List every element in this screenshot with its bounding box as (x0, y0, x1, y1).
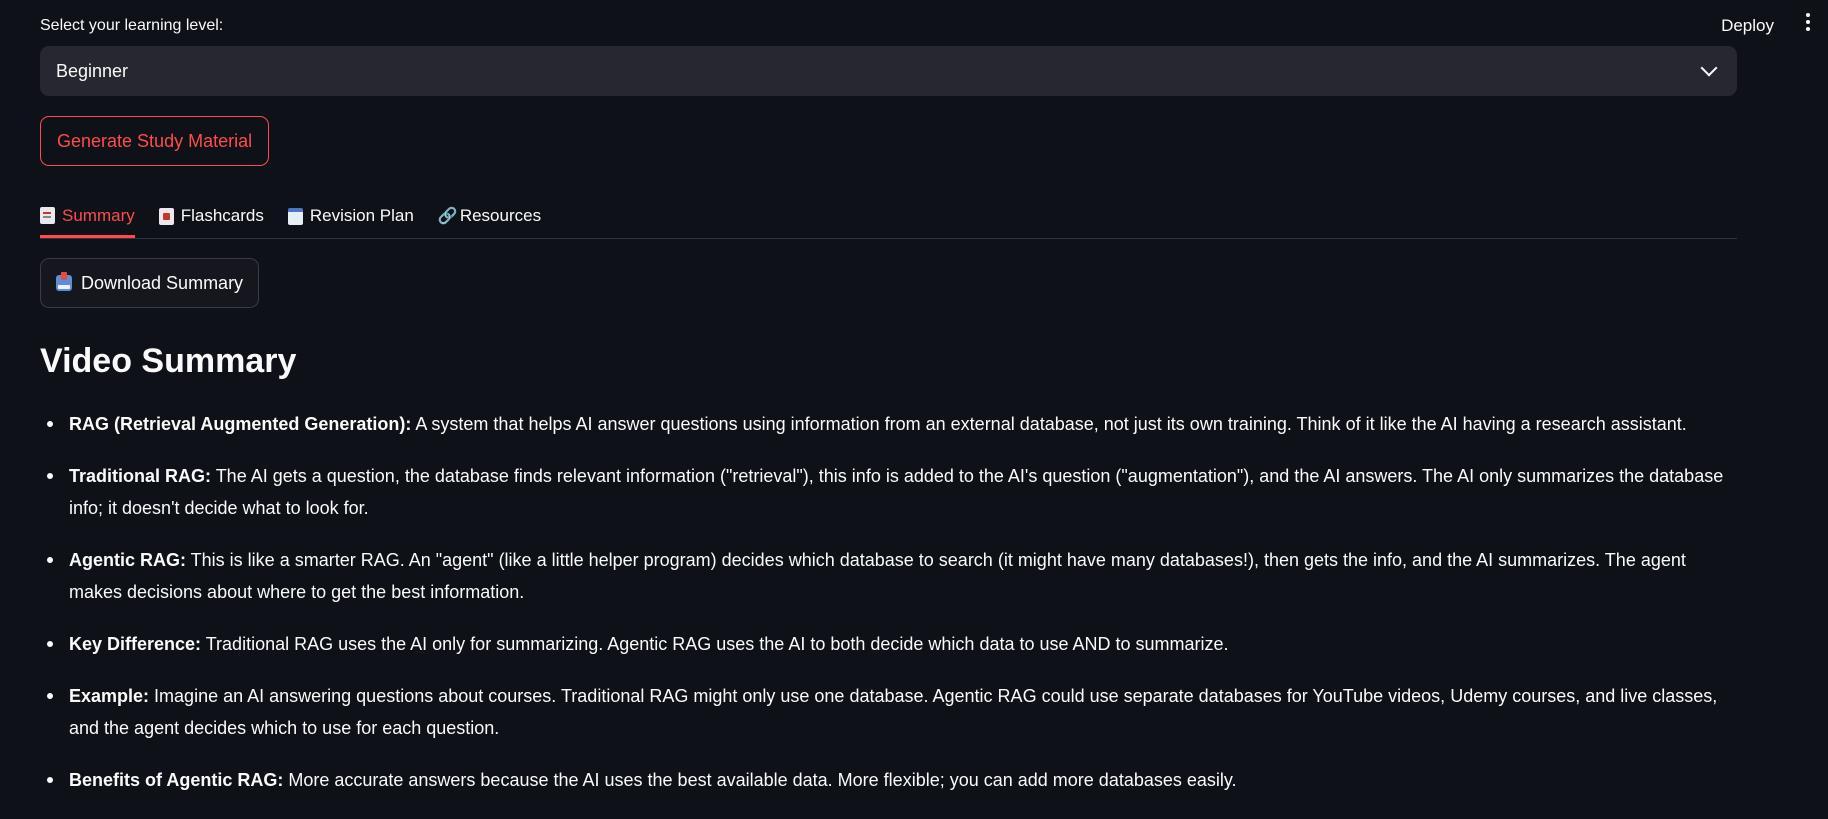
tab-flashcards[interactable]: Flashcards (158, 196, 264, 236)
list-item-term: Benefits of Agentic RAG: (69, 770, 284, 790)
tab-bar: Summary Flashcards Revision Plan 🔗 Resou… (40, 196, 1737, 239)
document-icon (40, 207, 55, 224)
link-icon: 🔗 (437, 207, 458, 225)
level-select-label: Select your learning level: (40, 17, 224, 34)
list-item-term: Key Difference: (69, 634, 202, 654)
list-item-text: Traditional RAG uses the AI only for sum… (201, 634, 1229, 654)
tab-flashcards-label: Flashcards (180, 206, 264, 225)
tab-summary[interactable]: Summary (40, 196, 135, 238)
level-select-value: Beginner (56, 60, 129, 81)
deploy-button[interactable]: Deploy (1717, 14, 1778, 38)
list-item: Example: Imagine an AI answering questio… (47, 680, 1737, 744)
list-item: Key Difference: Traditional RAG uses the… (47, 628, 1737, 660)
list-item: Traditional RAG: The AI gets a question,… (47, 460, 1737, 524)
tab-revision-plan-label: Revision Plan (309, 206, 414, 225)
tab-resources-label: Resources (459, 206, 542, 225)
list-item-text: This is like a smarter RAG. An "agent" (… (69, 550, 1686, 602)
list-item-text: The AI gets a question, the database fin… (69, 466, 1724, 518)
tab-revision-plan[interactable]: Revision Plan (287, 196, 414, 236)
list-item: Agentic RAG: This is like a smarter RAG.… (47, 544, 1737, 608)
level-select[interactable]: Beginner (40, 46, 1737, 96)
download-summary-label: Download Summary (81, 272, 244, 293)
tab-resources[interactable]: 🔗 Resources (438, 196, 541, 236)
chevron-down-icon (1700, 59, 1718, 77)
list-item-term: Agentic RAG: (69, 550, 186, 570)
flashcard-icon (158, 207, 174, 225)
generate-study-material-button[interactable]: Generate Study Material (40, 116, 270, 166)
list-item-text: A system that helps AI answer questions … (411, 414, 1687, 434)
list-item-text: Imagine an AI answering questions about … (69, 686, 1718, 738)
list-item-term: Example: (69, 686, 150, 706)
download-summary-button[interactable]: Download Summary (40, 258, 260, 308)
list-item-term: RAG (Retrieval Augmented Generation): (69, 414, 412, 434)
summary-title: Video Summary (40, 342, 297, 380)
list-item: RAG (Retrieval Augmented Generation): A … (47, 408, 1737, 440)
tab-summary-label: Summary (62, 205, 135, 225)
calendar-icon (287, 207, 303, 225)
list-item: Benefits of Agentic RAG: More accurate a… (47, 764, 1737, 796)
more-vertical-icon[interactable] (1804, 13, 1812, 37)
summary-list: RAG (Retrieval Augmented Generation): A … (40, 408, 1737, 816)
inbox-tray-icon (56, 272, 72, 291)
list-item-text: More accurate answers because the AI use… (283, 770, 1237, 790)
list-item-term: Traditional RAG: (69, 466, 212, 486)
